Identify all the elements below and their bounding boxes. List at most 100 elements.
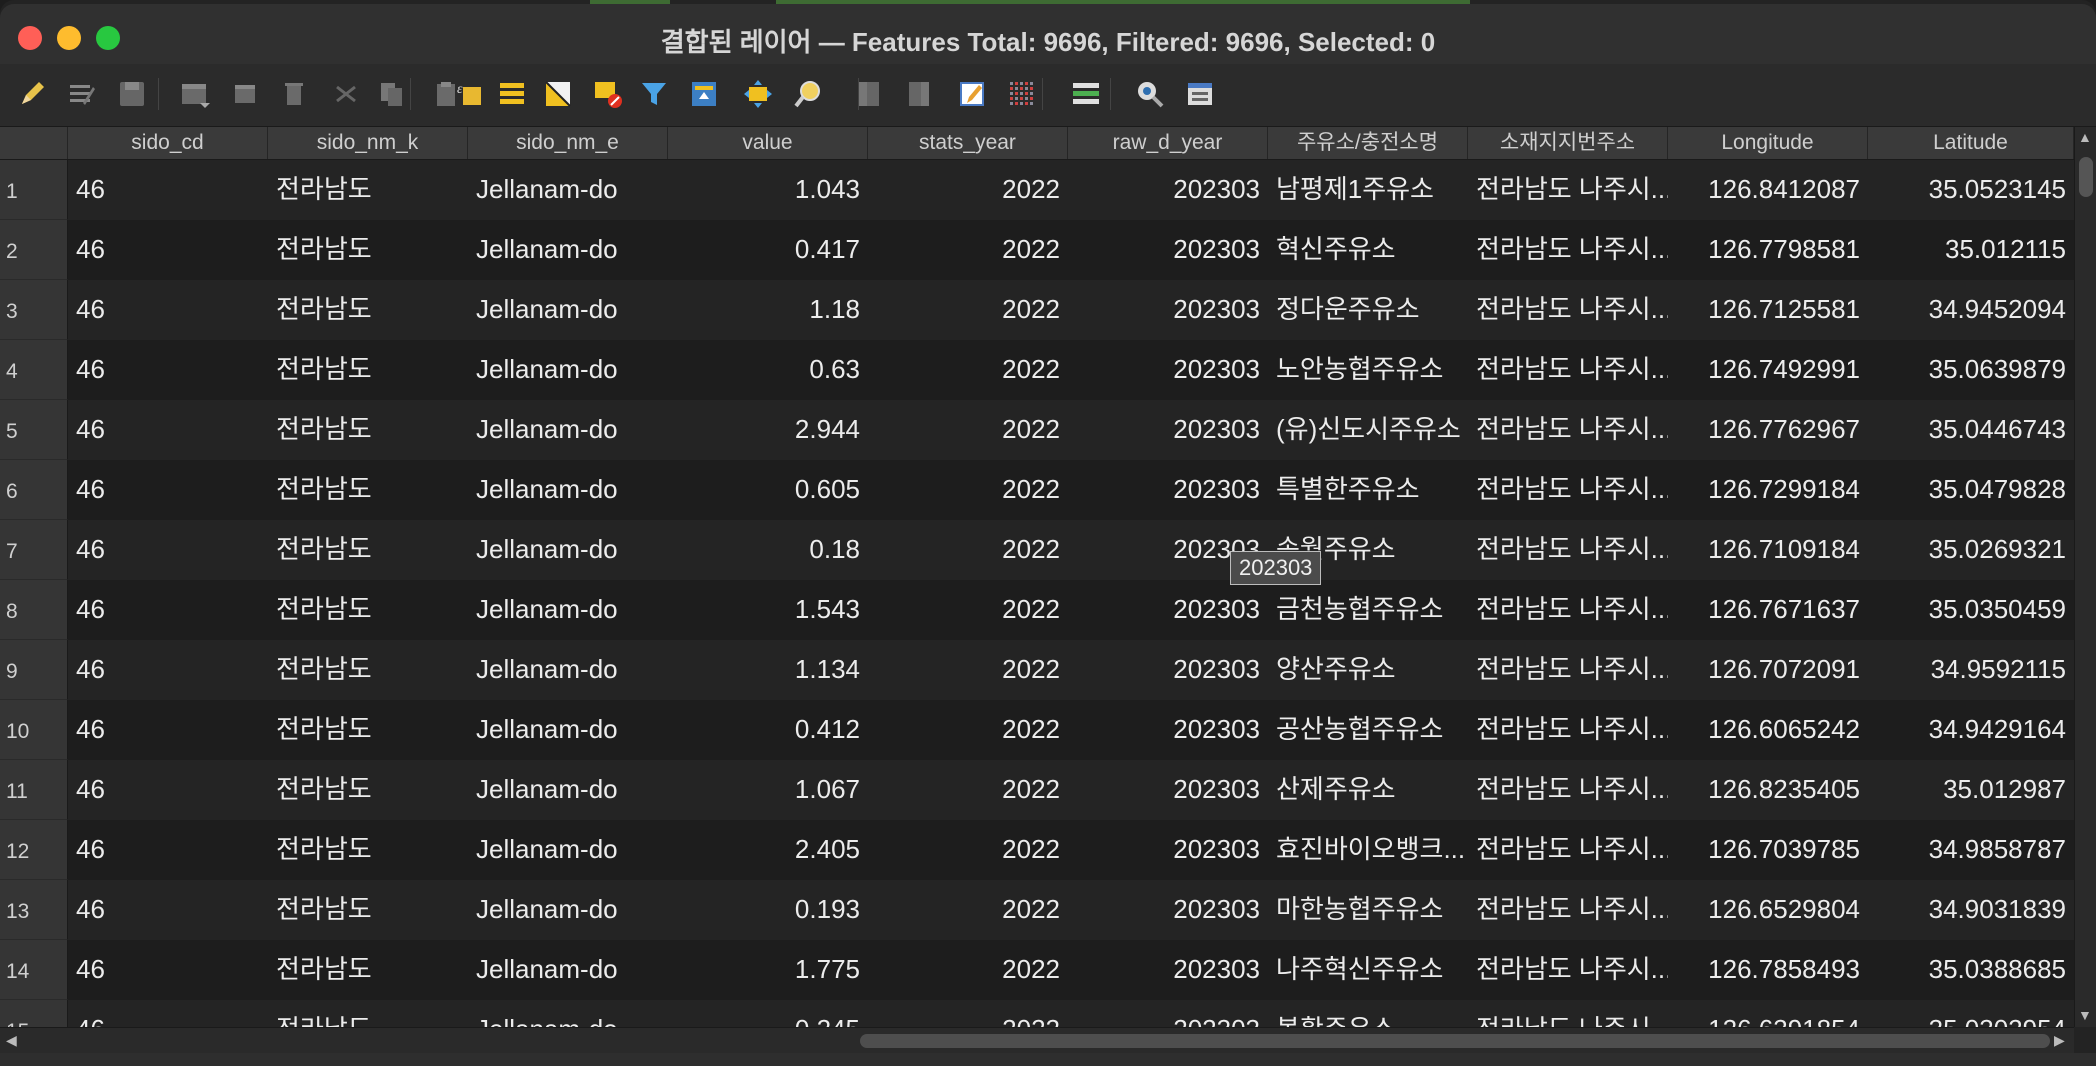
scroll-down-icon[interactable]: ▼ [2078,1007,2092,1023]
table-cell[interactable]: 46 [68,460,268,520]
table-cell[interactable]: 46 [68,1000,268,1027]
delete-field-icon[interactable] [902,76,938,112]
table-cell[interactable]: 마한농협주유소 [1268,880,1468,940]
dock-table-icon[interactable] [1068,76,1104,112]
table-cell[interactable]: 공산농협주유소 [1268,700,1468,760]
row-number[interactable]: 7 [0,520,68,580]
table-cell[interactable]: 2022 [868,820,1068,880]
table-cell[interactable]: 노안농협주유소 [1268,340,1468,400]
table-cell[interactable]: 0.18 [668,520,868,580]
add-feature-icon[interactable] [228,76,264,112]
table-cell[interactable]: 효진바이오뱅크... [1268,820,1468,880]
table-cell[interactable]: 202303 [1068,400,1268,460]
table-cell[interactable]: 34.9858787 [1868,820,2074,880]
row-number[interactable]: 3 [0,280,68,340]
table-cell[interactable]: 126.7858493 [1668,940,1868,1000]
pencil-edit-icon[interactable] [14,76,50,112]
header-col-longitude[interactable]: Longitude [1668,127,1868,159]
table-cell[interactable]: Jellanam-do [468,640,668,700]
vertical-scroll-thumb[interactable] [2079,157,2093,197]
table-cell[interactable]: 전라남도 [268,940,468,1000]
conditional-formatting-icon[interactable] [1004,76,1040,112]
table-cell[interactable]: 2022 [868,520,1068,580]
table-cell[interactable]: 2022 [868,640,1068,700]
table-cell[interactable]: Jellanam-do [468,760,668,820]
row-number[interactable]: 1 [0,160,68,220]
table-cell[interactable]: 남평제1주유소 [1268,160,1468,220]
table-cell[interactable]: 2022 [868,760,1068,820]
row-number[interactable]: 10 [0,700,68,760]
delete-feature-icon[interactable] [276,76,312,112]
table-row[interactable]: 2 46 전라남도 Jellanam-do 0.417 2022 202303 혁신주유소 전라… [0,220,2074,280]
table-cell[interactable]: 126.6065242 [1668,700,1868,760]
table-row[interactable]: 14 46 전라남도 Jellanam-do 1.775 2022 202303 나주혁신주유… [0,940,2074,1000]
header-col-sido-cd[interactable]: sido_cd [68,127,268,159]
table-cell[interactable]: 전라남도 나주시... [1468,160,1668,220]
row-number[interactable]: 9 [0,640,68,700]
row-number[interactable]: 5 [0,400,68,460]
table-cell[interactable]: Jellanam-do [468,580,668,640]
table-cell[interactable]: (유)신도시주유소 [1268,400,1468,460]
table-cell[interactable]: 202303 [1068,820,1268,880]
table-cell[interactable]: 전라남도 [268,880,468,940]
table-cell[interactable]: 전라남도 [268,400,468,460]
table-cell[interactable]: 1.18 [668,280,868,340]
header-col-address[interactable]: 소재지지번주소 [1468,127,1668,159]
pan-to-selected-icon[interactable] [740,76,776,112]
table-cell[interactable]: 46 [68,880,268,940]
form-view-icon[interactable] [1182,76,1218,112]
table-cell[interactable]: 202303 [1068,640,1268,700]
table-cell[interactable]: 126.8412087 [1668,160,1868,220]
table-cell[interactable]: 전라남도 나주시... [1468,640,1668,700]
field-calculator-icon[interactable] [954,76,990,112]
table-cell[interactable]: 35.0479828 [1868,460,2074,520]
table-cell[interactable]: 2022 [868,700,1068,760]
table-cell[interactable]: 전라남도 [268,760,468,820]
table-cell[interactable]: Jellanam-do [468,280,668,340]
table-cell[interactable]: 전라남도 나주시... [1468,880,1668,940]
table-cell[interactable]: 35.0302954 [1868,1000,2074,1027]
select-by-expression-icon[interactable]: ε [452,76,488,112]
row-number[interactable]: 15 [0,1000,68,1027]
header-col-latitude[interactable]: Latitude [1868,127,2074,159]
table-row[interactable]: 10 46 전라남도 Jellanam-do 0.412 2022 202303 공산농협주유… [0,700,2074,760]
table-cell[interactable]: 126.7109184 [1668,520,1868,580]
table-cell[interactable]: 전라남도 나주시... [1468,520,1668,580]
header-col-value[interactable]: value [668,127,868,159]
table-cell[interactable]: 126.7072091 [1668,640,1868,700]
table-cell[interactable]: 특별한주유소 [1268,460,1468,520]
table-cell[interactable]: Jellanam-do [468,880,668,940]
table-cell[interactable]: 35.0446743 [1868,400,2074,460]
table-cell[interactable]: 1.043 [668,160,868,220]
table-cell[interactable]: 46 [68,160,268,220]
row-number[interactable]: 2 [0,220,68,280]
table-cell[interactable]: 2022 [868,340,1068,400]
table-cell[interactable]: 35.0350459 [1868,580,2074,640]
title-bar[interactable]: 결합된 레이어 — Features Total: 9696, Filtered… [0,4,2096,65]
table-cell[interactable]: Jellanam-do [468,460,668,520]
table-cell[interactable]: 202303 [1068,760,1268,820]
table-cell[interactable]: 126.7762967 [1668,400,1868,460]
table-cell[interactable]: 46 [68,340,268,400]
table-cell[interactable]: 전라남도 [268,820,468,880]
table-row[interactable]: 6 46 전라남도 Jellanam-do 0.605 2022 202303 특별한주유소 전… [0,460,2074,520]
table-cell[interactable]: 2022 [868,160,1068,220]
table-cell[interactable]: Jellanam-do [468,160,668,220]
horizontal-scroll-thumb[interactable] [860,1034,2050,1048]
table-cell[interactable]: 나주혁신주유소 [1268,940,1468,1000]
zoom-to-selected-icon[interactable] [790,76,826,112]
table-cell[interactable]: 34.9031839 [1868,880,2074,940]
table-cell[interactable]: 46 [68,640,268,700]
table-cell[interactable]: 202303 [1068,220,1268,280]
deselect-all-icon[interactable] [590,76,626,112]
multi-edit-icon[interactable] [64,76,100,112]
table-cell[interactable]: 46 [68,280,268,340]
select-all-icon[interactable] [494,76,530,112]
scroll-up-icon[interactable]: ▲ [2078,129,2092,145]
table-cell[interactable]: 34.9592115 [1868,640,2074,700]
table-cell[interactable]: 2022 [868,280,1068,340]
table-row[interactable]: 13 46 전라남도 Jellanam-do 0.193 2022 202303 마한농협주유… [0,880,2074,940]
table-cell[interactable]: 정다운주유소 [1268,280,1468,340]
table-cell[interactable]: 0.193 [668,880,868,940]
table-cell[interactable]: 46 [68,520,268,580]
